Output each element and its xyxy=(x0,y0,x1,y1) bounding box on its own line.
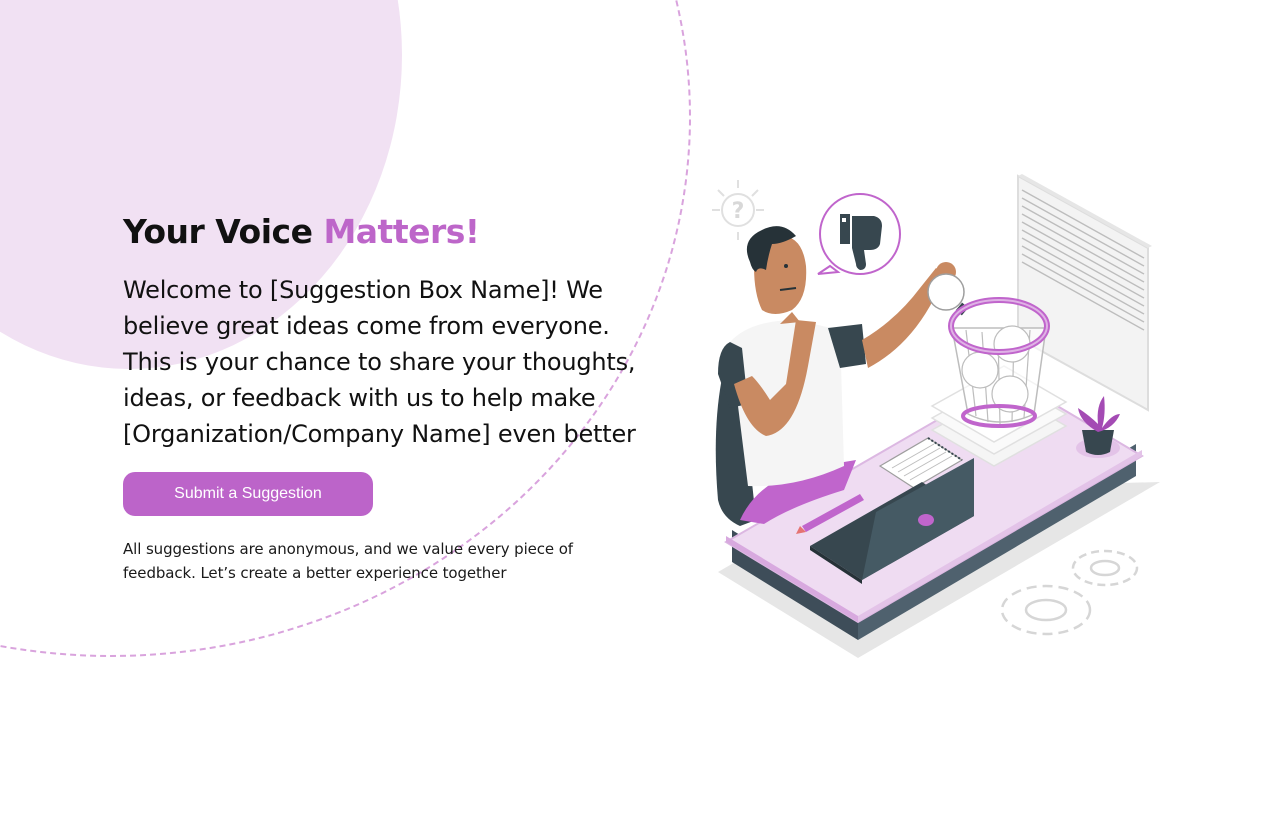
gear-icon xyxy=(1000,549,1139,636)
anonymity-note: All suggestions are anonymous, and we va… xyxy=(123,540,573,582)
intro-paragraph: Welcome to [Suggestion Box Name]! We bel… xyxy=(123,276,636,448)
thumbs-down-icon xyxy=(817,193,901,275)
submit-suggestion-button[interactable]: Submit a Suggestion xyxy=(123,472,373,516)
landing-page: Your Voice Matters! Welcome to [Suggesti… xyxy=(0,0,1280,832)
hero-illustration: ? xyxy=(712,174,1160,658)
headline-highlight: Matters! xyxy=(323,212,480,251)
question-mark-icon: ? xyxy=(712,180,764,240)
hero-content: Your Voice Matters! Welcome to [Suggesti… xyxy=(123,210,663,585)
page-title: Your Voice Matters! xyxy=(123,210,663,254)
svg-text:?: ? xyxy=(732,199,745,224)
headline-text: Your Voice xyxy=(123,212,324,251)
